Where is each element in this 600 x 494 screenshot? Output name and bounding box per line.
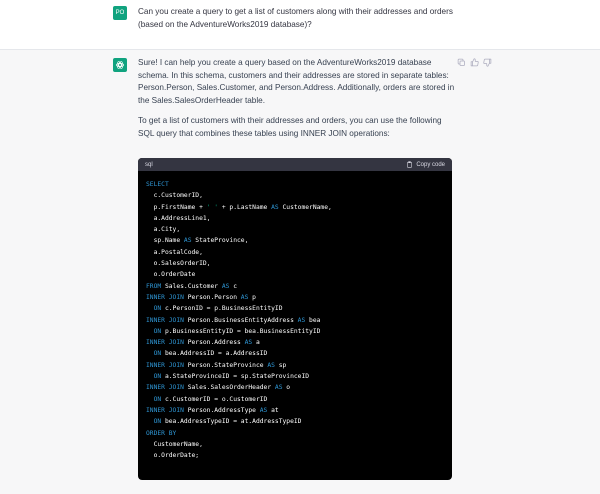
code-keyword: INNER JOIN xyxy=(146,339,184,347)
code-line: ON p.BusinessEntityID = bea.BusinessEnti… xyxy=(146,326,444,337)
code-text: StateProvince, xyxy=(191,237,249,245)
code-text: CustomerName, xyxy=(278,203,332,211)
code-text: bea.AddressTypeID = at.AddressTypeID xyxy=(161,418,302,426)
code-keyword: ORDER BY xyxy=(146,429,177,437)
code-line: c.CustomerID, xyxy=(146,190,444,201)
code-line: o.OrderDate xyxy=(146,269,444,280)
code-keyword: INNER JOIN xyxy=(146,406,184,414)
code-text: c.CustomerID = o.CustomerID xyxy=(161,395,268,403)
code-text: Sales.Customer xyxy=(161,282,222,290)
code-line: INNER JOIN Person.StateProvince AS sp xyxy=(146,360,444,371)
code-text: a.StateProvinceID = sp.StateProvinceID xyxy=(161,373,310,381)
code-line: ON c.PersonID = p.BusinessEntityID xyxy=(146,303,444,314)
code-text: o.OrderDate; xyxy=(146,452,200,460)
code-line: sp.Name AS StateProvince, xyxy=(146,235,444,246)
code-text: o.SalesOrderID, xyxy=(146,260,211,268)
code-text: Sales.SalesOrderHeader xyxy=(183,384,275,392)
code-line: ON bea.AddressID = a.AddressID xyxy=(146,348,444,359)
code-content: SELECT c.CustomerID, p.FirstName + ' ' +… xyxy=(138,171,452,461)
code-line: FROM Sales.Customer AS c xyxy=(146,281,444,292)
code-line: ORDER BY xyxy=(146,428,444,439)
code-text: CustomerName, xyxy=(146,440,203,448)
assistant-paragraph: Sure! I can help you create a query base… xyxy=(138,58,455,105)
code-text: at xyxy=(267,406,279,414)
code-line: INNER JOIN Person.AddressType AS at xyxy=(146,405,444,416)
code-text: bea.AddressID = a.AddressID xyxy=(161,350,268,358)
code-language: sql xyxy=(145,161,153,168)
code-text: bea xyxy=(305,316,321,324)
code-text: a.City, xyxy=(146,226,181,234)
assistant-message: Sure! I can help you create a query base… xyxy=(0,50,600,494)
copy-code-label: Copy code xyxy=(416,161,445,168)
code-line: a.PostalCode, xyxy=(146,247,444,258)
code-header: sql Copy code xyxy=(138,158,452,171)
code-line: p.FirstName + ' ' + p.LastName AS Custom… xyxy=(146,202,444,213)
code-text: c.CustomerID, xyxy=(146,192,203,200)
code-text: a.PostalCode, xyxy=(146,248,203,256)
message-actions xyxy=(457,58,492,67)
code-text: Person.Person xyxy=(183,293,241,301)
code-block: sql Copy code SELECT c.CustomerID, p.Fir… xyxy=(138,158,452,480)
code-text: a xyxy=(252,339,260,347)
code-keyword: INNER JOIN xyxy=(146,316,184,324)
code-keyword: FROM xyxy=(146,282,162,290)
code-text: Person.StateProvince xyxy=(183,361,268,369)
code-line: a.AddressLine1, xyxy=(146,213,444,224)
code-text: o.OrderDate xyxy=(146,271,196,279)
code-string: ' ' xyxy=(206,203,219,211)
assistant-avatar xyxy=(113,58,127,72)
code-text: p xyxy=(248,293,256,301)
user-message-text: Can you create a query to get a list of … xyxy=(138,7,453,29)
code-line: ON a.StateProvinceID = sp.StateProvinceI… xyxy=(146,371,444,382)
code-line: INNER JOIN Sales.SalesOrderHeader AS o xyxy=(146,382,444,393)
code-text: Person.Address xyxy=(183,339,245,347)
code-keyword: INNER JOIN xyxy=(146,384,184,392)
code-text: c.PersonID = p.BusinessEntityID xyxy=(161,305,283,313)
copy-icon[interactable] xyxy=(457,58,466,67)
code-keyword: INNER JOIN xyxy=(146,293,184,301)
code-keyword: AS xyxy=(271,203,279,211)
clipboard-icon xyxy=(407,161,413,168)
code-line: INNER JOIN Person.Person AS p xyxy=(146,292,444,303)
openai-logo-icon xyxy=(115,61,125,69)
code-line: ON bea.AddressTypeID = at.AddressTypeID xyxy=(146,416,444,427)
code-line: a.City, xyxy=(146,224,444,235)
thumbs-up-icon[interactable] xyxy=(470,58,479,67)
code-line: o.OrderDate; xyxy=(146,450,444,461)
code-keyword: INNER JOIN xyxy=(146,361,184,369)
code-line: CustomerName, xyxy=(146,439,444,450)
code-text: sp xyxy=(274,361,287,369)
code-text: Person.AddressType xyxy=(183,406,260,414)
code-text: p.FirstName + xyxy=(146,203,207,211)
code-text: c xyxy=(229,282,238,290)
code-text: + p.LastName xyxy=(218,203,272,211)
user-avatar: PO xyxy=(113,6,127,20)
user-message: PO Can you create a query to get a list … xyxy=(0,0,600,50)
code-text: sp.Name xyxy=(146,237,184,245)
code-text: a.AddressLine1, xyxy=(146,214,211,222)
code-text: o xyxy=(282,384,291,392)
code-keyword: SELECT xyxy=(146,181,169,188)
code-text: Person.BusinessEntityAddress xyxy=(183,316,298,324)
code-keyword: AS xyxy=(267,361,275,369)
code-line: INNER JOIN Person.BusinessEntityAddress … xyxy=(146,315,444,326)
code-line: o.SalesOrderID, xyxy=(146,258,444,269)
assistant-message-body: Sure! I can help you create a query base… xyxy=(138,57,456,140)
assistant-paragraph: To get a list of customers with their ad… xyxy=(138,116,442,138)
code-keyword: AS xyxy=(274,384,283,392)
copy-code-button[interactable]: Copy code xyxy=(406,161,445,168)
code-keyword: AS xyxy=(183,237,192,245)
thumbs-down-icon[interactable] xyxy=(483,58,492,67)
code-text: p.BusinessEntityID = bea.BusinessEntityI… xyxy=(161,327,321,335)
code-line: ON c.CustomerID = o.CustomerID xyxy=(146,394,444,405)
code-line: INNER JOIN Person.Address AS a xyxy=(146,337,444,348)
code-line: SELECT xyxy=(146,179,444,190)
